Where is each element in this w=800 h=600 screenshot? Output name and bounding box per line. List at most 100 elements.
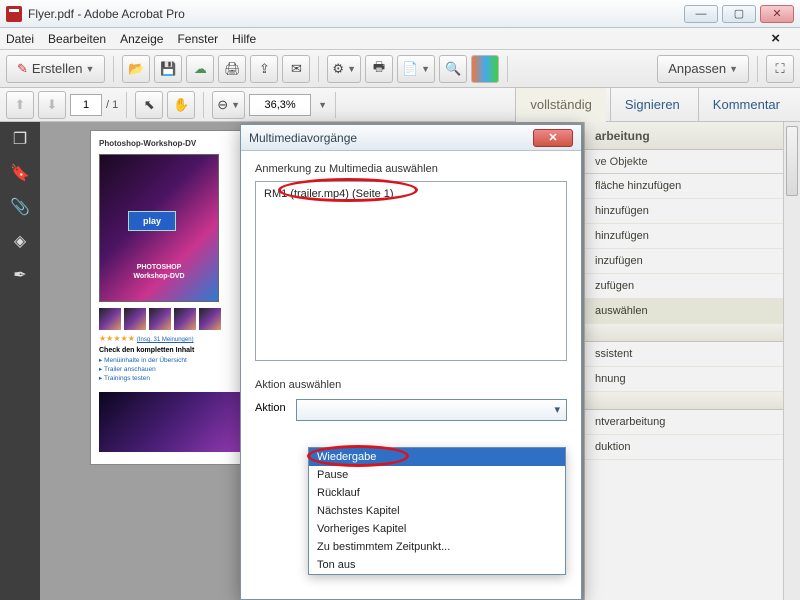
page-title: Photoshop-Workshop-DV: [99, 139, 261, 148]
create-label: Erstellen: [32, 61, 83, 76]
thumb-1[interactable]: [99, 308, 121, 330]
dropdown-item-mute[interactable]: Ton aus: [309, 556, 565, 574]
bookmark-icon[interactable]: 🔖: [9, 162, 31, 184]
panel-item-selected[interactable]: auswählen: [585, 299, 800, 324]
color-icon[interactable]: .: [471, 55, 499, 83]
dialog-close-button[interactable]: ✕: [533, 129, 573, 147]
content-link-3[interactable]: Trainings testen: [99, 374, 261, 382]
dialog-body: Anmerkung zu Multimedia auswählen RM1 (t…: [241, 151, 581, 433]
dropdown-item-prev[interactable]: Vorheriges Kapitel: [309, 520, 565, 538]
dropdown-item-rewind[interactable]: Rücklauf: [309, 484, 565, 502]
pointer-icon[interactable]: ⬉: [135, 91, 163, 119]
save-icon[interactable]: 💾: [154, 55, 182, 83]
thumb-2[interactable]: [124, 308, 146, 330]
panel-subheader[interactable]: ve Objekte: [585, 150, 800, 174]
scrollbar-thumb[interactable]: [786, 126, 798, 196]
dropdown-item-pause[interactable]: Pause: [309, 466, 565, 484]
fullscreen-icon[interactable]: ⛶: [766, 55, 794, 83]
thumbnails: [99, 308, 261, 330]
window-title: Flyer.pdf - Adobe Acrobat Pro: [28, 7, 185, 21]
panel-item[interactable]: inzufügen: [585, 249, 800, 274]
dialog-title: Multimediavorgänge: [249, 131, 357, 145]
menu-help[interactable]: Hilfe: [232, 32, 256, 46]
panel-header[interactable]: arbeitung: [585, 122, 800, 150]
thumb-5[interactable]: [199, 308, 221, 330]
thumb-4[interactable]: [174, 308, 196, 330]
tools-panel: arbeitung ve Objekte fläche hinzufügen h…: [584, 122, 800, 600]
page-up-icon[interactable]: ⬆: [6, 91, 34, 119]
page-number-input[interactable]: [70, 94, 102, 116]
menu-view[interactable]: Anzeige: [120, 32, 163, 46]
share-icon[interactable]: ⇪: [250, 55, 278, 83]
page-down-icon[interactable]: ⬇: [38, 91, 66, 119]
dvd-label: PHOTOSHOPWorkshop-DVD: [100, 264, 218, 281]
annotation-item[interactable]: RM1 (trailer.mp4) (Seite 1): [262, 186, 396, 202]
minimize-button[interactable]: —: [684, 5, 718, 23]
doc-icon[interactable]: 📄▼: [397, 55, 435, 83]
panel-sep: [585, 324, 800, 342]
reviews-link[interactable]: (Insg. 31 Meinungen): [137, 337, 194, 343]
pages-icon[interactable]: ❐: [9, 128, 31, 150]
cloud-icon[interactable]: ☁: [186, 55, 214, 83]
hand-icon[interactable]: ✋: [167, 91, 195, 119]
panel-item[interactable]: duktion: [585, 435, 800, 460]
zoom-input[interactable]: [249, 94, 311, 116]
zoom-dd-icon[interactable]: ▼: [318, 100, 327, 110]
rating: ★★★★★(Insg. 31 Meinungen): [99, 334, 261, 343]
panel-item[interactable]: ntverarbeitung: [585, 410, 800, 435]
panel-sep: [585, 392, 800, 410]
dropdown-item-time[interactable]: Zu bestimmtem Zeitpunkt...: [309, 538, 565, 556]
app-icon: [6, 6, 22, 22]
annotation-listbox[interactable]: RM1 (trailer.mp4) (Seite 1): [255, 181, 567, 361]
titlebar: Flyer.pdf - Adobe Acrobat Pro — ▢ ✕: [0, 0, 800, 28]
panel-item[interactable]: ssistent: [585, 342, 800, 367]
panel-item[interactable]: hnung: [585, 367, 800, 392]
close-button[interactable]: ✕: [760, 5, 794, 23]
menu-edit[interactable]: Bearbeiten: [48, 32, 106, 46]
thumb-3[interactable]: [149, 308, 171, 330]
menu-window[interactable]: Fenster: [177, 32, 218, 46]
action-combobox[interactable]: [296, 399, 567, 421]
mail-icon[interactable]: ✉: [282, 55, 310, 83]
dialog-titlebar[interactable]: Multimediavorgänge ✕: [241, 125, 581, 151]
print-gear-icon[interactable]: 🖶: [365, 55, 393, 83]
section-head: Check den kompletten Inhalt: [99, 347, 261, 354]
maximize-button[interactable]: ▢: [722, 5, 756, 23]
select-action-label: Aktion auswählen: [255, 379, 567, 391]
search-doc-icon[interactable]: 🔍: [439, 55, 467, 83]
play-button[interactable]: play: [128, 211, 176, 231]
comment-tab[interactable]: Kommentar: [698, 88, 794, 122]
panel-item[interactable]: zufügen: [585, 274, 800, 299]
zoom-out-icon[interactable]: ⊖▼: [212, 91, 245, 119]
content-link-2[interactable]: Trailer anschauen: [99, 365, 261, 373]
left-rail: ❐ 🔖 📎 ◈ ✒: [0, 122, 40, 600]
panel-item[interactable]: fläche hinzufügen: [585, 174, 800, 199]
attachment-icon[interactable]: 📎: [9, 196, 31, 218]
dropdown-item-play[interactable]: Wiedergabe: [309, 448, 565, 466]
panel-item[interactable]: hinzufügen: [585, 199, 800, 224]
select-annotation-label: Anmerkung zu Multimedia auswählen: [255, 163, 567, 175]
customize-label: Anpassen: [668, 61, 726, 76]
sig-icon[interactable]: ✒: [9, 264, 31, 286]
print-icon[interactable]: 🖨: [218, 55, 246, 83]
dropdown-item-next[interactable]: Nächstes Kapitel: [309, 502, 565, 520]
page-total: 1: [112, 99, 118, 111]
content-link-1[interactable]: Menüinhalte in der Übersicht: [99, 356, 261, 364]
window-buttons: — ▢ ✕: [684, 5, 794, 23]
customize-button[interactable]: Anpassen ▼: [657, 55, 749, 83]
dvd-cover: play PHOTOSHOPWorkshop-DVD: [99, 154, 219, 302]
main-toolbar: ✎ Erstellen ▼ 📂 💾 ☁ 🖨 ⇪ ✉ ⚙▼ 🖶 📄▼ 🔍 . An…: [0, 50, 800, 88]
create-button[interactable]: ✎ Erstellen ▼: [6, 55, 105, 83]
sign-tab[interactable]: Signieren: [610, 88, 694, 122]
gear-icon[interactable]: ⚙▼: [327, 55, 361, 83]
menu-close-icon[interactable]: ×: [771, 30, 780, 47]
footer-image: [99, 392, 261, 452]
action-dropdown: Wiedergabe Pause Rücklauf Nächstes Kapit…: [308, 447, 566, 575]
open-icon[interactable]: 📂: [122, 55, 150, 83]
layers-icon[interactable]: ◈: [9, 230, 31, 252]
menubar: Datei Bearbeiten Anzeige Fenster Hilfe ×: [0, 28, 800, 50]
panel-item[interactable]: hinzufügen: [585, 224, 800, 249]
fullscreen-tab[interactable]: vollständig: [515, 88, 605, 122]
right-scrollbar[interactable]: [783, 122, 800, 600]
menu-file[interactable]: Datei: [6, 32, 34, 46]
